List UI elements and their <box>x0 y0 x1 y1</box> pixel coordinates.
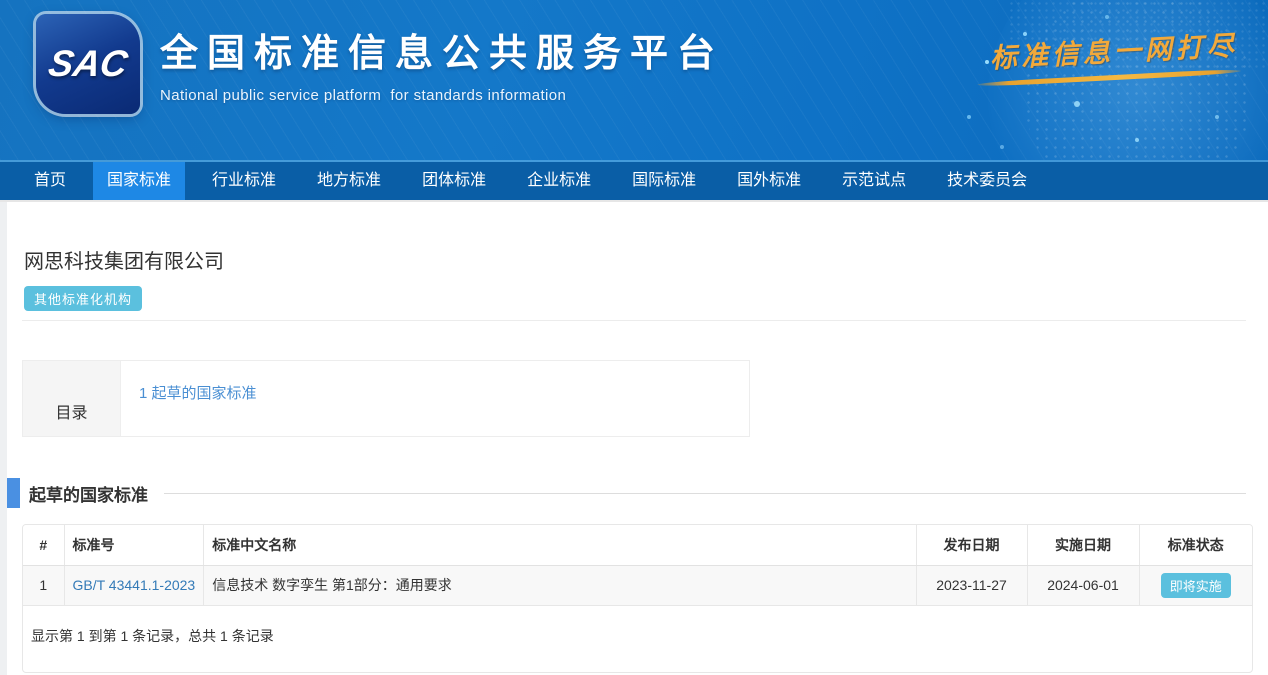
column-header-standard-name: 标准中文名称 <box>204 525 916 565</box>
site-titles: 全国标准信息公共服务平台 National public service pla… <box>160 22 724 104</box>
standards-table-container: # 标准号 标准中文名称 发布日期 实施日期 标准状态 1 GB/T 43441… <box>22 524 1253 673</box>
toc-label: 目录 <box>23 361 120 436</box>
nav-item-home[interactable]: 首页 <box>20 162 80 200</box>
site-header: SAC 全国标准信息公共服务平台 National public service… <box>0 0 1268 162</box>
column-header-status: 标准状态 <box>1139 525 1252 565</box>
site-title: 全国标准信息公共服务平台 <box>160 22 724 77</box>
nav-item-national-standards[interactable]: 国家标准 <box>93 162 185 200</box>
cell-index: 1 <box>23 565 64 605</box>
cell-publish-date: 2023-11-27 <box>916 565 1027 605</box>
section-header: 起草的国家标准 <box>7 478 1268 508</box>
records-summary: 显示第 1 到第 1 条记录，总共 1 条记录 <box>23 606 1252 672</box>
table-row: 1 GB/T 43441.1-2023 信息技术 数字孪生 第1部分：通用要求 … <box>23 565 1252 605</box>
section-title: 起草的国家标准 <box>29 481 148 506</box>
toc-body: 1 起草的国家标准 <box>120 361 749 436</box>
section-divider <box>22 320 1246 321</box>
cell-standard-code: GB/T 43441.1-2023 <box>64 565 204 605</box>
org-type-badge: 其他标准化机构 <box>24 286 142 311</box>
toc-link-drafted-national-standards[interactable]: 1 起草的国家标准 <box>139 385 257 402</box>
org-name: 网思科技集团有限公司 <box>24 202 1268 274</box>
sac-logo-text: SAC <box>45 43 131 85</box>
nav-item-foreign-standards[interactable]: 国外标准 <box>723 162 815 200</box>
nav-item-group-standards[interactable]: 团体标准 <box>408 162 500 200</box>
section-rule-line <box>164 493 1246 494</box>
nav-item-technical-committees[interactable]: 技术委员会 <box>933 162 1041 200</box>
content-area: 网思科技集团有限公司 其他标准化机构 目录 1 起草的国家标准 起草的国家标准 … <box>7 202 1268 675</box>
cell-implement-date: 2024-06-01 <box>1027 565 1139 605</box>
section-accent-bar <box>7 478 20 508</box>
status-badge: 即将实施 <box>1161 573 1231 598</box>
sparkle-dots <box>985 60 989 64</box>
cell-status: 即将实施 <box>1139 565 1252 605</box>
standard-code-link[interactable]: GB/T 43441.1-2023 <box>73 577 196 593</box>
sac-logo[interactable]: SAC <box>36 14 140 114</box>
toc-panel: 目录 1 起草的国家标准 <box>22 360 750 437</box>
column-header-publish-date: 发布日期 <box>916 525 1027 565</box>
toc-item-label: 起草的国家标准 <box>152 385 257 402</box>
nav-item-pilot-programs[interactable]: 示范试点 <box>828 162 920 200</box>
site-subtitle: National public service platform for sta… <box>160 87 724 104</box>
nav-item-industry-standards[interactable]: 行业标准 <box>198 162 290 200</box>
column-header-standard-code: 标准号 <box>64 525 204 565</box>
nav-item-local-standards[interactable]: 地方标准 <box>303 162 395 200</box>
toc-item-index: 1 <box>139 385 147 402</box>
table-header-row: # 标准号 标准中文名称 发布日期 实施日期 标准状态 <box>23 525 1252 565</box>
main-nav: 首页 国家标准 行业标准 地方标准 团体标准 企业标准 国际标准 国外标准 示范… <box>0 162 1268 200</box>
nav-item-international-standards[interactable]: 国际标准 <box>618 162 710 200</box>
column-header-implement-date: 实施日期 <box>1027 525 1139 565</box>
cell-standard-name: 信息技术 数字孪生 第1部分：通用要求 <box>204 565 916 605</box>
column-header-index: # <box>23 525 64 565</box>
standards-table: # 标准号 标准中文名称 发布日期 实施日期 标准状态 1 GB/T 43441… <box>23 525 1252 606</box>
nav-item-enterprise-standards[interactable]: 企业标准 <box>513 162 605 200</box>
